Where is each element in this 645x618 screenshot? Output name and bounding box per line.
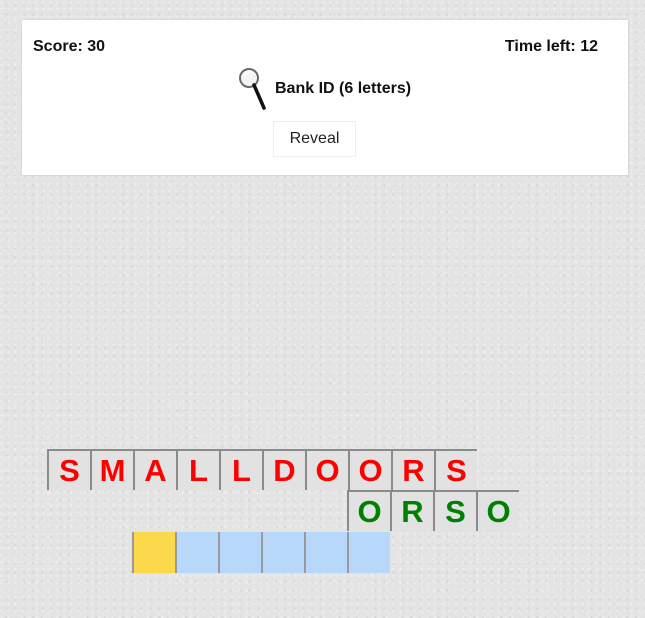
letter-tile[interactable]: M — [90, 449, 133, 490]
clue: Bank ID (6 letters) — [237, 67, 411, 111]
letter-row-1: S M A L L D O O R S — [47, 449, 477, 490]
clue-text: Bank ID (6 letters) — [275, 80, 412, 97]
magnifying-glass-icon — [239, 68, 266, 110]
answer-slot[interactable] — [304, 532, 347, 573]
letter-row-2: O R S O — [347, 490, 519, 531]
answer-slot[interactable] — [175, 532, 218, 573]
letter-tile[interactable]: L — [176, 449, 219, 490]
letter-tile[interactable]: S — [433, 490, 476, 531]
answer-slot[interactable] — [347, 532, 390, 573]
reveal-button[interactable]: Reveal — [273, 121, 356, 157]
letter-tile[interactable]: A — [133, 449, 176, 490]
letter-tile[interactable]: L — [219, 449, 262, 490]
letter-tile[interactable]: S — [47, 449, 90, 490]
answer-slot[interactable] — [218, 532, 261, 573]
letter-tile[interactable]: D — [262, 449, 305, 490]
letter-tile[interactable]: R — [390, 490, 433, 531]
score-display: Score: 30 — [33, 38, 106, 55]
letter-tile[interactable]: O — [348, 449, 391, 490]
letter-tile[interactable]: S — [434, 449, 477, 490]
answer-row — [132, 532, 390, 573]
time-left-display: Time left: 12 — [504, 38, 598, 55]
letter-tile[interactable]: O — [476, 490, 519, 531]
answer-slot-active[interactable] — [132, 532, 175, 573]
game-header-panel: Score: 30 Time left: 12 Bank ID (6 lette… — [22, 20, 628, 175]
letter-tile[interactable]: O — [305, 449, 348, 490]
answer-slot[interactable] — [261, 532, 304, 573]
letter-tile[interactable]: R — [391, 449, 434, 490]
letter-tile[interactable]: O — [347, 490, 390, 531]
